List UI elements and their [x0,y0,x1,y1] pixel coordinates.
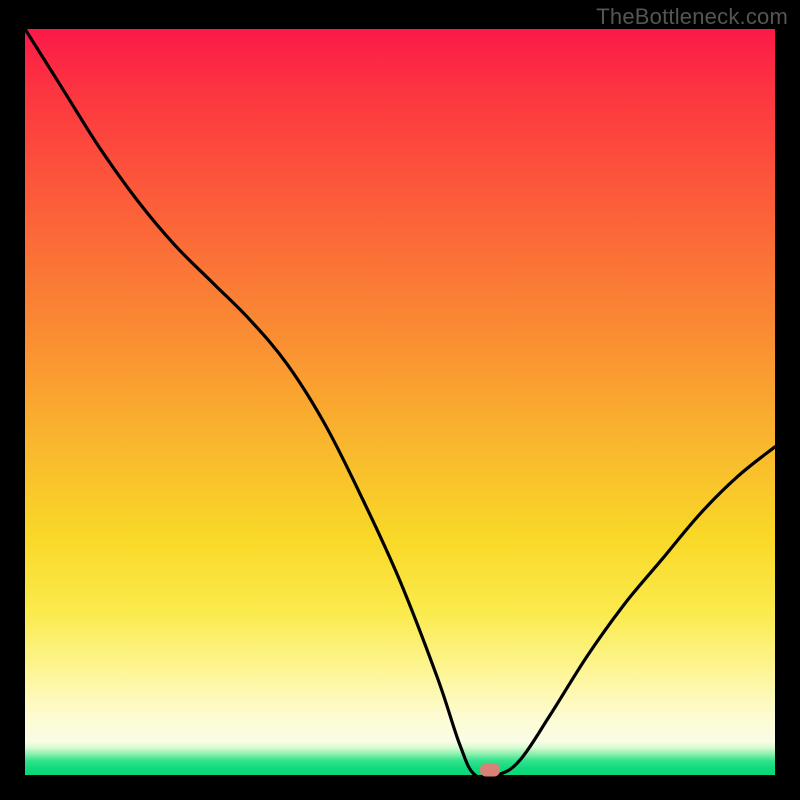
optimal-marker [480,764,500,777]
watermark-text: TheBottleneck.com [596,4,788,30]
gradient-plot-area [25,29,775,775]
chart-frame: TheBottleneck.com [0,0,800,800]
